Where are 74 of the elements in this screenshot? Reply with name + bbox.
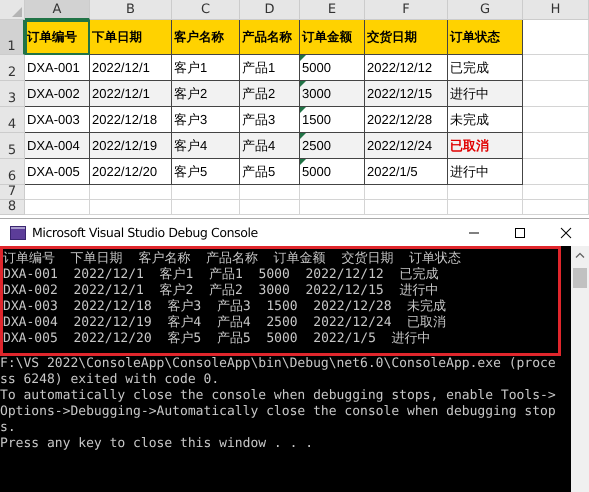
console-line: Options->Debugging->Automatically close the console when debugging stop bbox=[0, 404, 557, 420]
header-cell: 订单编号 bbox=[25, 20, 90, 55]
table-cell: 进行中 bbox=[448, 159, 523, 185]
header-cell: 订单金额 bbox=[300, 20, 365, 55]
empty-cell bbox=[523, 185, 589, 200]
row-header[interactable]: 3 bbox=[0, 81, 25, 107]
table-cell: 客户2 bbox=[172, 81, 240, 107]
empty-cell bbox=[172, 185, 240, 200]
console-line: F:\VS 2022\ConsoleApp\ConsoleApp\bin\Debug\net6.0\ConsoleApp.exe (proce bbox=[0, 356, 557, 372]
header-cell: 下单日期 bbox=[90, 20, 172, 55]
column-header[interactable]: G bbox=[448, 0, 523, 20]
empty-cell bbox=[240, 200, 300, 215]
column-header[interactable]: A bbox=[25, 0, 90, 20]
console-line: s. bbox=[0, 420, 17, 436]
row-header[interactable]: 4 bbox=[0, 107, 25, 133]
table-cell: 2022/1/5 bbox=[365, 159, 448, 185]
column-header[interactable]: B bbox=[90, 0, 172, 20]
empty-cell bbox=[300, 185, 365, 200]
console-line: 订单编号 下单日期 客户名称 产品名称 订单金额 交货日期 订单状态 bbox=[3, 251, 462, 267]
column-header[interactable]: F bbox=[365, 0, 448, 20]
table-cell: DXA-002 bbox=[25, 81, 90, 107]
console-line: DXA-003 2022/12/18 客户3 产品3 1500 2022/12/28 未完成 bbox=[3, 299, 448, 315]
row-header[interactable]: 7 bbox=[0, 185, 25, 200]
table-cell: 客户5 bbox=[172, 159, 240, 185]
console-line: DXA-004 2022/12/19 客户4 产品4 2500 2022/12/24 已取消 bbox=[3, 315, 448, 331]
column-header[interactable]: E bbox=[300, 0, 365, 20]
row-header[interactable]: 8 bbox=[0, 200, 25, 215]
console-app-icon bbox=[10, 226, 26, 240]
table-cell: 2022/12/1 bbox=[90, 81, 172, 107]
console-line: ss 6248) exited with code 0. bbox=[0, 372, 220, 388]
column-header[interactable]: H bbox=[523, 0, 589, 20]
table-cell: DXA-005 bbox=[25, 159, 90, 185]
console-line: DXA-001 2022/12/1 客户1 产品1 5000 2022/12/12 已完成 bbox=[3, 267, 440, 283]
header-cell: 交货日期 bbox=[365, 20, 448, 55]
empty-cell bbox=[523, 55, 589, 81]
table-cell: 已取消 bbox=[448, 133, 523, 159]
header-cell: 订单状态 bbox=[448, 20, 523, 55]
row-header[interactable]: 6 bbox=[0, 159, 25, 185]
scrollbar[interactable] bbox=[571, 246, 589, 492]
scroll-up-icon[interactable] bbox=[575, 252, 585, 258]
table-cell: 2022/12/20 bbox=[90, 159, 172, 185]
corner-triangle-icon bbox=[12, 7, 22, 17]
table-cell: 产品2 bbox=[240, 81, 300, 107]
scrollbar-thumb[interactable] bbox=[573, 268, 587, 288]
console-line: Press any key to close this window . . . bbox=[0, 436, 314, 452]
empty-cell bbox=[523, 107, 589, 133]
header-cell: 产品名称 bbox=[240, 20, 300, 55]
table-cell: 进行中 bbox=[448, 81, 523, 107]
table-cell: DXA-004 bbox=[25, 133, 90, 159]
header-cell: 客户名称 bbox=[172, 20, 240, 55]
empty-cell bbox=[300, 200, 365, 215]
table-cell: 3000 bbox=[300, 81, 365, 107]
table-cell: 2500 bbox=[300, 133, 365, 159]
row-header[interactable]: 2 bbox=[0, 55, 25, 81]
row-header[interactable]: 1 bbox=[0, 20, 25, 55]
empty-cell bbox=[523, 200, 589, 215]
column-header[interactable]: D bbox=[240, 0, 300, 20]
table-cell: 产品4 bbox=[240, 133, 300, 159]
select-all-corner[interactable] bbox=[0, 0, 25, 20]
table-cell: 2022/12/15 bbox=[365, 81, 448, 107]
console-line: DXA-005 2022/12/20 客户5 产品5 5000 2022/1/5 进行中 bbox=[3, 331, 432, 347]
column-header[interactable]: C bbox=[172, 0, 240, 20]
console-line: To automatically close the console when debugging stops, enable Tools-> bbox=[0, 388, 557, 404]
table-cell: 2022/12/19 bbox=[90, 133, 172, 159]
empty-cell bbox=[172, 200, 240, 215]
table-cell: 2022/12/24 bbox=[365, 133, 448, 159]
table-cell: 5000 bbox=[300, 159, 365, 185]
empty-cell bbox=[240, 185, 300, 200]
console-line: DXA-002 2022/12/1 客户2 产品2 3000 2022/12/15 进行中 bbox=[3, 283, 440, 299]
empty-cell bbox=[523, 159, 589, 185]
table-cell: 产品5 bbox=[240, 159, 300, 185]
window-title: Microsoft Visual Studio Debug Console bbox=[32, 225, 259, 240]
table-cell: 客户4 bbox=[172, 133, 240, 159]
row-header[interactable]: 5 bbox=[0, 133, 25, 159]
